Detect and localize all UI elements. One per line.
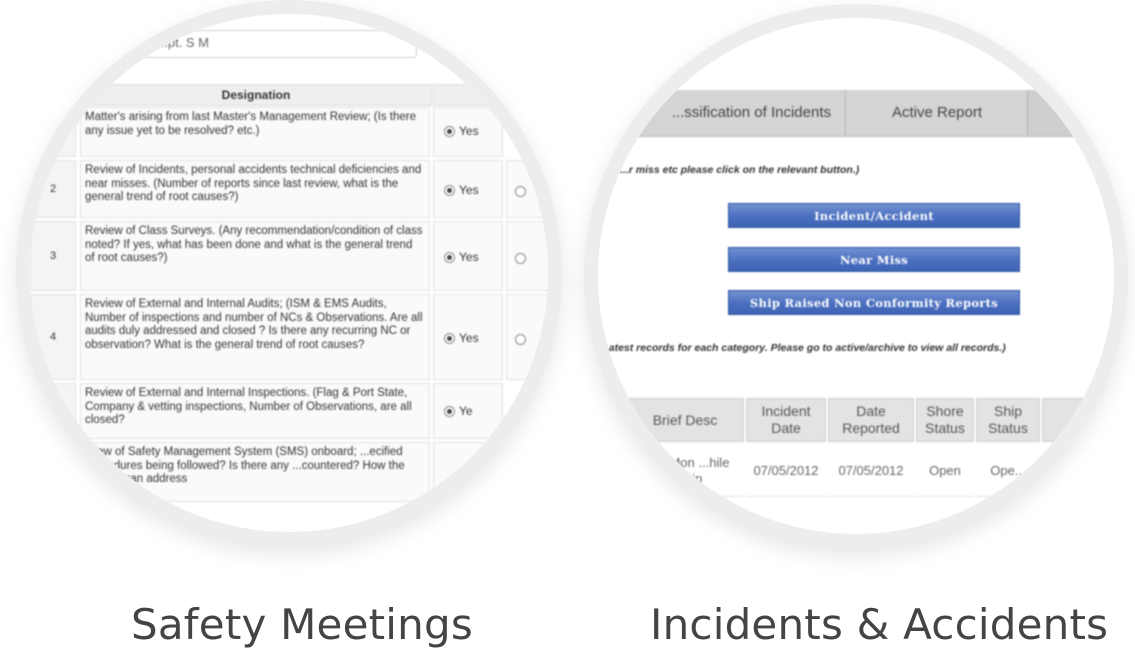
answer-option[interactable]: Ye [433, 383, 503, 439]
report-tabs: ...ssification of Incidents Active Repor… [598, 90, 1114, 137]
answer-option[interactable]: Yes [433, 221, 503, 291]
radio-selected-icon[interactable] [444, 185, 455, 197]
answer-option-2[interactable] [506, 221, 548, 291]
radio-selected-icon[interactable] [444, 406, 455, 418]
incidents-accidents-caption: Incidents & Accidents [650, 600, 1109, 649]
option-label: Yes [459, 183, 479, 197]
column-header-shore-status: Shore Status [916, 398, 974, 442]
column-header-incident-date: Incident Date [746, 398, 826, 442]
radio-unselected-icon[interactable] [515, 186, 526, 198]
option-label: Yes [459, 250, 479, 264]
radio-selected-icon[interactable] [444, 252, 455, 264]
incident-accident-button[interactable]: Incident/Accident [728, 203, 1020, 228]
cell-date-reported: 07/05/2012 [828, 445, 914, 497]
review-item-text: ...iew of Safety Management System (SMS)… [80, 442, 430, 502]
near-miss-button[interactable]: Near Miss [728, 247, 1020, 272]
row-number: 4 [30, 294, 76, 380]
designation-header: Designation [80, 84, 432, 106]
review-item-text: Review of Class Surveys. (Any recommenda… [80, 221, 430, 291]
tab-classification-of-incidents[interactable]: ...ssification of Incidents [598, 90, 846, 136]
column-header-extra [1042, 398, 1114, 442]
answer-option-2[interactable] [506, 160, 548, 218]
review-item-text: Review of External and Internal Audits; … [80, 294, 430, 380]
cell-brief-desc[interactable]: ...an Mon ...hile ...ship [626, 445, 744, 497]
safety-meetings-caption: Safety Meetings [131, 600, 473, 649]
cell-shore-status: Open [916, 445, 974, 497]
answer-header [433, 84, 548, 106]
review-item-text: Review of External and Internal Inspecti… [80, 383, 430, 439]
radio-unselected-icon[interactable] [515, 253, 526, 265]
answer-option[interactable] [433, 442, 503, 502]
radio-selected-icon[interactable] [444, 333, 455, 345]
column-header-brief-desc: Brief Desc [626, 398, 744, 442]
answer-option[interactable]: Yes [433, 294, 503, 380]
option-label: Yes [459, 331, 479, 345]
safety-meetings-preview: ...pt. S M Designation Matter's arising … [30, 14, 548, 532]
review-item-text: Matter's arising from last Master's Mana… [80, 107, 430, 157]
row-number [30, 383, 76, 439]
tab-active-report[interactable]: Active Report [847, 90, 1028, 136]
column-header-date-reported: Date Reported [828, 398, 914, 442]
row-number: 3 [30, 221, 76, 291]
tab-more[interactable] [1028, 90, 1114, 136]
row-number [30, 107, 76, 157]
instruction-text: ...r miss etc please click on the releva… [620, 164, 860, 176]
radio-unselected-icon[interactable] [515, 334, 526, 346]
review-item-text: Review of Incidents, personal accidents … [80, 160, 430, 218]
row-number: 2 [30, 160, 76, 218]
option-label: Ye [459, 404, 473, 418]
ship-raised-ncr-button[interactable]: Ship Raised Non Conformity Reports [728, 290, 1020, 315]
answer-option[interactable]: Yes [433, 107, 503, 157]
option-label: Yes [459, 124, 479, 138]
incidents-preview: ...ssification of Incidents Active Repor… [598, 18, 1114, 534]
radio-selected-icon[interactable] [444, 126, 455, 138]
cell-ship-status: Ope... [976, 445, 1040, 497]
records-note-text: ...atest records for each category. Plea… [600, 342, 1006, 354]
column-header-ship-status: Ship Status [976, 398, 1040, 442]
master-name-field[interactable]: ...pt. S M [142, 30, 417, 58]
answer-option[interactable]: Yes [433, 160, 503, 218]
row-number [30, 442, 76, 502]
answer-option-2[interactable] [506, 294, 548, 380]
cell-incident-date: 07/05/2012 [746, 445, 826, 497]
